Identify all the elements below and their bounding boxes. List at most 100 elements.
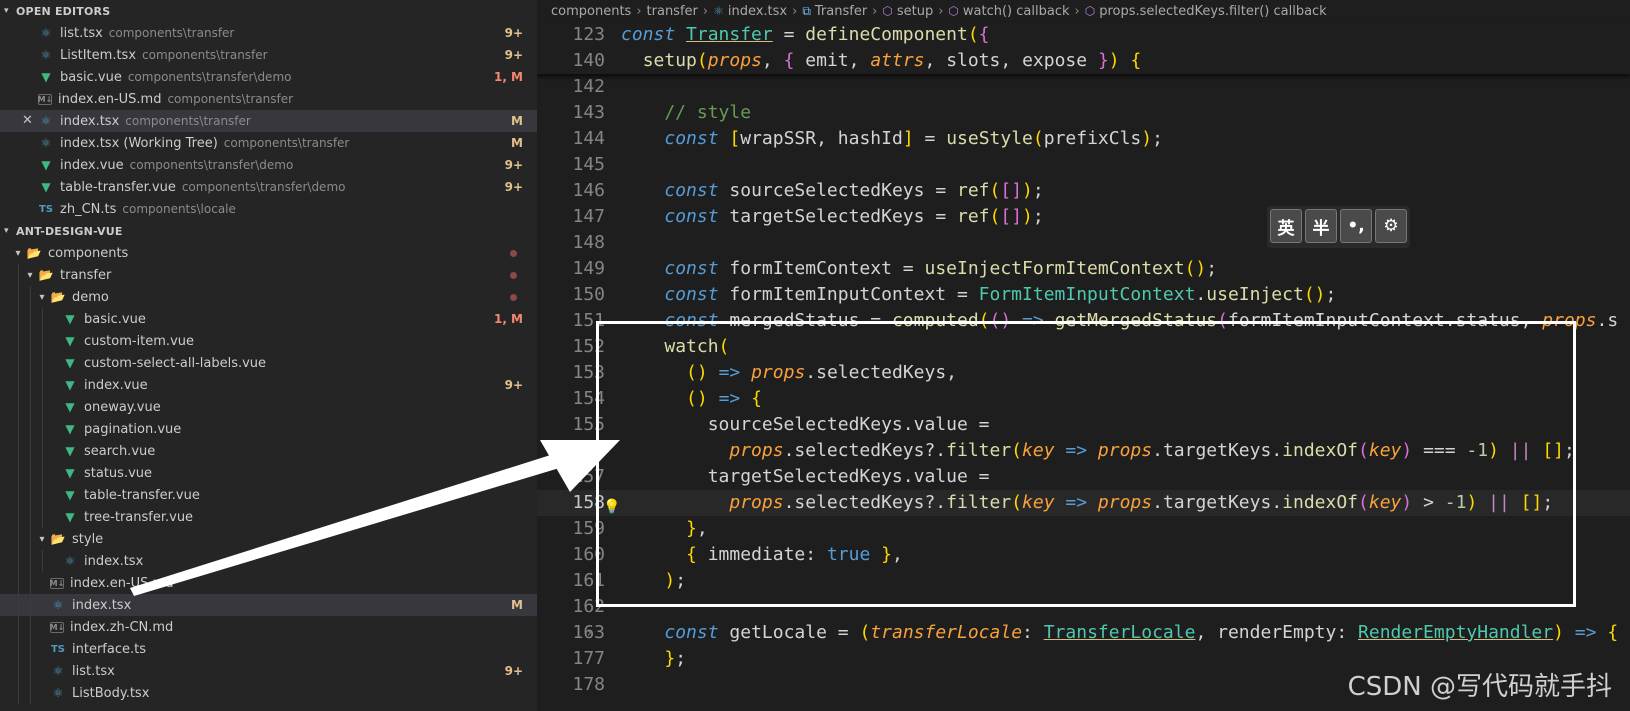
indent-guide <box>42 308 43 330</box>
tree-item[interactable]: M↓ index.zh-CN.md <box>0 616 537 638</box>
breadcrumb-item[interactable]: transfer <box>647 4 698 19</box>
file-name: table-transfer.vue <box>60 179 176 195</box>
status-badge: 9+ <box>504 26 523 40</box>
status-badge: 9+ <box>504 180 523 194</box>
line-number: 177 <box>572 648 605 669</box>
code-line[interactable]: 146 const sourceSelectedKeys = ref([]); <box>537 178 1630 204</box>
line-text: setup(props, { emit, attrs, slots, expos… <box>642 50 1142 71</box>
ime-width-button[interactable]: 半 <box>1305 209 1337 243</box>
gear-icon[interactable]: ⚙ <box>1375 209 1407 243</box>
code-line[interactable]: 144 const [wrapSSR, hashId] = useStyle(p… <box>537 126 1630 152</box>
indent-guide <box>30 440 31 462</box>
file-name: tree-transfer.vue <box>84 509 194 525</box>
code-line[interactable]: 123 const Transfer = defineComponent({ <box>537 22 1630 48</box>
indent-guide <box>18 440 19 462</box>
open-editor-item[interactable]: ▼ basic.vue components\transfer\demo 1, M <box>0 66 537 88</box>
code-line[interactable]: 142 <box>537 74 1630 100</box>
open-editor-item[interactable]: ⚛ ListItem.tsx components\transfer 9+ <box>0 44 537 66</box>
open-editor-item[interactable]: TS zh_CN.ts components\locale <box>0 198 537 220</box>
code-line[interactable]: 147 const targetSelectedKeys = ref([]); <box>537 204 1630 230</box>
tree-item[interactable]: ▼ table-transfer.vue <box>0 484 537 506</box>
chevron-down-icon: ▾ <box>4 226 9 236</box>
open-editors-header[interactable]: ▾ OPEN EDITORS <box>0 0 537 22</box>
tree-item[interactable]: ⚛ index.tsx <box>0 550 537 572</box>
ime-punct-button[interactable]: •, <box>1340 209 1372 243</box>
code-line[interactable]: 143 // style <box>537 100 1630 126</box>
code-line[interactable]: 149 const formItemContext = useInjectFor… <box>537 256 1630 282</box>
tree-item[interactable]: ▼ tree-transfer.vue <box>0 506 537 528</box>
indent-guide <box>30 616 31 638</box>
vue-icon: ▼ <box>41 70 51 84</box>
folder-icon: 📂 <box>26 246 42 260</box>
indent-guide <box>42 418 43 440</box>
open-editor-item[interactable]: ⚛ list.tsx components\transfer 9+ <box>0 22 537 44</box>
method-icon: ⬡ <box>948 4 959 18</box>
code-line[interactable]: 140 setup(props, { emit, attrs, slots, e… <box>537 48 1630 74</box>
indent-guide <box>30 374 31 396</box>
tree-item[interactable]: ▼ index.vue 9+ <box>0 374 537 396</box>
tree-item[interactable]: ▾ 📂 components <box>0 242 537 264</box>
file-path: components\transfer <box>223 136 350 150</box>
open-editor-item[interactable]: ⚛ index.tsx (Working Tree) components\tran… <box>0 132 537 154</box>
tree-item[interactable]: ⚛ index.tsx M <box>0 594 537 616</box>
chevron-down-icon: ▾ <box>27 269 33 281</box>
code-line[interactable]: 145 <box>537 152 1630 178</box>
line-number: 148 <box>572 232 605 253</box>
tree-item[interactable]: ▾ 📂 transfer <box>0 264 537 286</box>
tree-item[interactable]: ▼ pagination.vue <box>0 418 537 440</box>
code-line[interactable]: 163 const getLocale = (transferLocale: T… <box>537 620 1630 646</box>
file-name: status.vue <box>84 465 153 481</box>
tree-item[interactable]: ▼ search.vue <box>0 440 537 462</box>
breadcrumb-item[interactable]: setup <box>897 4 933 19</box>
breadcrumb-item[interactable]: Transfer <box>815 4 867 19</box>
status-badge: 9+ <box>504 664 523 678</box>
indent-guide <box>18 550 19 572</box>
tree-item[interactable]: ▼ custom-select-all-labels.vue <box>0 352 537 374</box>
tree-item[interactable]: ▾ 📂 demo <box>0 286 537 308</box>
indent-guide <box>30 418 31 440</box>
open-editors-list: ⚛ list.tsx components\transfer 9+ ⚛ ListItem.… <box>0 22 537 220</box>
breadcrumb-item[interactable]: index.tsx <box>728 4 787 19</box>
indent-guide <box>42 396 43 418</box>
line-number: 123 <box>572 24 605 45</box>
open-editors-title: OPEN EDITORS <box>16 4 111 18</box>
code-line[interactable]: 148 <box>537 230 1630 256</box>
indent-guide <box>42 440 43 462</box>
indent-guide <box>30 528 31 550</box>
open-editor-item[interactable]: ✕ ⚛ index.tsx components\transfer M <box>0 110 537 132</box>
ime-lang-button[interactable]: 英 <box>1270 209 1302 243</box>
tree-item[interactable]: M↓ index.en-US.md <box>0 572 537 594</box>
tree-item[interactable]: ▼ basic.vue 1, M <box>0 308 537 330</box>
chevron-right-icon: › <box>1074 3 1080 19</box>
code-line[interactable]: 150 const formItemInputContext = FormIte… <box>537 282 1630 308</box>
breadcrumb-item[interactable]: watch() callback <box>963 4 1070 19</box>
indent-guide <box>42 352 43 374</box>
tree-item[interactable]: ▼ oneway.vue <box>0 396 537 418</box>
file-name: index.tsx (Working Tree) <box>60 135 218 151</box>
open-editor-item[interactable]: ▼ table-transfer.vue components\transfer\d… <box>0 176 537 198</box>
breadcrumb-item[interactable]: components <box>551 4 631 19</box>
tree-item[interactable]: TS interface.ts <box>0 638 537 660</box>
fold-chevron-icon[interactable]: › <box>585 620 593 646</box>
file-name: transfer <box>60 267 112 283</box>
line-number: 150 <box>572 284 605 305</box>
method-icon: ⬡ <box>882 4 893 18</box>
vue-icon: ▼ <box>65 400 75 414</box>
indent-guide <box>18 682 19 704</box>
tree-item[interactable]: ⚛ list.tsx 9+ <box>0 660 537 682</box>
tree-item[interactable]: ⚛ ListBody.tsx <box>0 682 537 704</box>
tree-item[interactable]: ▾ 📂 style <box>0 528 537 550</box>
open-editor-item[interactable]: ▼ index.vue components\transfer\demo 9+ <box>0 154 537 176</box>
indent-guide <box>30 330 31 352</box>
tree-item[interactable]: ▼ status.vue <box>0 462 537 484</box>
tree-item[interactable]: ▼ custom-item.vue <box>0 330 537 352</box>
line-text: }; <box>664 648 687 669</box>
indent-guide <box>18 462 19 484</box>
line-number: 147 <box>572 206 605 227</box>
breadcrumb-item[interactable]: props.selectedKeys.filter() callback <box>1099 4 1327 19</box>
open-editor-item[interactable]: M↓ index.en-US.md components\transfer <box>0 88 537 110</box>
indent-guide <box>18 374 19 396</box>
close-icon[interactable]: ✕ <box>22 113 33 128</box>
line-number: 144 <box>572 128 605 149</box>
workspace-header[interactable]: ▾ ANT-DESIGN-VUE <box>0 220 537 242</box>
